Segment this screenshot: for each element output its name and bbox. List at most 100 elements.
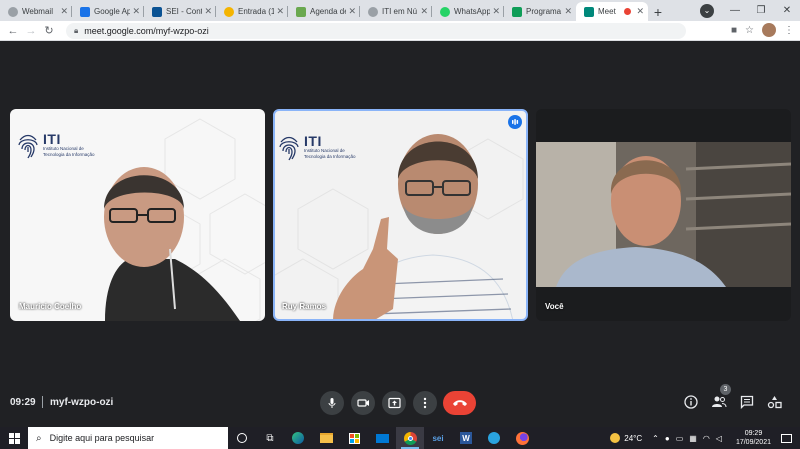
- webmail-favicon-icon: [8, 6, 18, 17]
- present-screen-button[interactable]: [382, 391, 406, 415]
- microphone-tray-icon[interactable]: ●: [665, 434, 670, 443]
- close-tab-icon[interactable]: ✕: [276, 6, 284, 17]
- telegram-icon: [488, 432, 500, 444]
- tab-title: Google Ap: [94, 7, 131, 16]
- meeting-clock: 09:29: [10, 397, 36, 408]
- close-tab-icon[interactable]: ✕: [564, 6, 572, 17]
- leave-call-button[interactable]: [443, 391, 476, 415]
- start-button[interactable]: [0, 432, 28, 444]
- tab-search-icon[interactable]: ⌄: [700, 4, 714, 18]
- cortana-button[interactable]: [228, 427, 256, 449]
- sheets-favicon-icon: [512, 6, 522, 17]
- close-tab-icon[interactable]: ✕: [636, 6, 644, 17]
- globe-favicon-icon: [368, 6, 378, 17]
- telegram-app[interactable]: [480, 427, 508, 449]
- brand-subtitle: Instituto Nacional de Tecnologia da Info…: [304, 148, 356, 159]
- system-tray: 24°C ⌃ ● ▭ ▦ ◠ ◁ 09:29 17/09/2021: [610, 427, 800, 449]
- tab-sei[interactable]: SEI - Cont ✕: [144, 2, 216, 21]
- hang-up-icon: [452, 400, 467, 406]
- forward-arrow-icon[interactable]: →: [22, 25, 40, 37]
- address-bar[interactable]: 🔒︎ meet.google.com/myf-wzpo-ozi: [66, 22, 686, 39]
- close-tab-icon[interactable]: ✕: [492, 6, 500, 17]
- tab-programa[interactable]: Programa ✕: [504, 2, 576, 21]
- more-options-button[interactable]: [413, 391, 437, 415]
- tab-entrada[interactable]: Entrada (1 ✕: [216, 2, 288, 21]
- close-tab-icon[interactable]: ✕: [348, 6, 356, 17]
- word-app[interactable]: W: [452, 427, 480, 449]
- divider: [42, 396, 43, 408]
- participant-name: Você: [545, 302, 564, 311]
- tab-whatsapp[interactable]: WhatsApp ✕: [432, 2, 504, 21]
- google-favicon-icon: [80, 6, 90, 17]
- new-tab-button[interactable]: +: [648, 2, 668, 21]
- edge-app[interactable]: [284, 427, 312, 449]
- mail-app[interactable]: [368, 427, 396, 449]
- iti-logo: ITI Instituto Nacional de Tecnologia da …: [277, 134, 364, 162]
- close-window-icon[interactable]: ✕: [774, 5, 800, 16]
- profile-avatar[interactable]: [762, 23, 776, 37]
- taskbar-search[interactable]: ⌕ Digite aqui para pesquisar: [28, 427, 228, 449]
- menu-kebab-icon[interactable]: ⋮: [784, 25, 794, 36]
- tab-title: Agenda de: [310, 7, 347, 16]
- participant-name: Mauricio Coelho: [19, 302, 82, 311]
- minimize-icon[interactable]: —: [722, 5, 748, 16]
- back-arrow-icon[interactable]: ←: [4, 25, 22, 37]
- tab-title: Programa: [526, 7, 562, 16]
- close-tab-icon[interactable]: ✕: [60, 6, 68, 17]
- whatsapp-favicon-icon: [440, 6, 450, 17]
- participant-tile-1[interactable]: ITI Instituto Nacional de Tecnologia da …: [10, 109, 265, 321]
- participant-tile-2[interactable]: ITI Instituto Nacional de Tecnologia da …: [273, 109, 528, 321]
- volume-icon[interactable]: ◁: [716, 434, 722, 443]
- tab-agenda[interactable]: Agenda de ✕: [288, 2, 360, 21]
- taskbar-clock[interactable]: 09:29 17/09/2021: [736, 429, 771, 447]
- notifications-icon[interactable]: [781, 433, 792, 443]
- participant-tile-self[interactable]: Você: [536, 109, 791, 321]
- chevron-up-icon[interactable]: ⌃: [652, 434, 659, 443]
- sei-favicon-icon: [152, 6, 162, 17]
- task-view-button[interactable]: ⧉: [256, 427, 284, 449]
- meeting-controls-bar: 09:29 myf-wzpo-ozi 3: [0, 384, 800, 421]
- store-app[interactable]: [340, 427, 368, 449]
- brand-subtitle: Instituto Nacional de Tecnologia da Info…: [43, 146, 95, 157]
- brand-name: ITI: [43, 131, 61, 147]
- display-tray-icon[interactable]: ▭: [676, 434, 684, 443]
- microphone-button[interactable]: [320, 391, 344, 415]
- close-tab-icon[interactable]: ✕: [204, 6, 212, 17]
- chat-button[interactable]: [740, 395, 754, 414]
- people-icon: [712, 396, 727, 408]
- bookmark-star-icon[interactable]: ☆: [745, 25, 754, 36]
- weather-widget[interactable]: 24°C: [610, 433, 642, 443]
- network-icon[interactable]: ▦: [689, 434, 697, 443]
- reload-icon[interactable]: ↻: [40, 24, 58, 37]
- meeting-code: myf-wzpo-ozi: [50, 397, 114, 408]
- tab-webmail[interactable]: Webmail ✕: [0, 2, 72, 21]
- raised-hand: [333, 217, 398, 319]
- tab-google-apps[interactable]: Google Ap ✕: [72, 2, 144, 21]
- tab-meet[interactable]: Meet ✕: [576, 2, 648, 21]
- camera-button[interactable]: [351, 391, 375, 415]
- people-button[interactable]: [711, 395, 727, 414]
- browser-toolbar: ← → ↻ 🔒︎ meet.google.com/myf-wzpo-ozi ■ …: [0, 21, 800, 41]
- lock-icon[interactable]: 🔒︎: [74, 26, 78, 36]
- tab-title: Meet: [598, 7, 616, 16]
- search-icon: ⌕: [36, 432, 42, 444]
- tab-iti[interactable]: ITI em Nú ✕: [360, 2, 432, 21]
- chrome-icon: [403, 431, 417, 445]
- chrome-app[interactable]: [396, 427, 424, 449]
- close-tab-icon[interactable]: ✕: [420, 6, 428, 17]
- mail-envelope-icon: [375, 433, 389, 443]
- maximize-icon[interactable]: ❐: [748, 5, 774, 16]
- file-explorer-app[interactable]: [312, 427, 340, 449]
- close-tab-icon[interactable]: ✕: [132, 6, 140, 17]
- activities-button[interactable]: [767, 395, 782, 414]
- windows-logo-icon: [8, 432, 20, 444]
- camera-in-use-icon[interactable]: ■: [731, 25, 737, 36]
- info-icon: [684, 395, 698, 409]
- meeting-details-button[interactable]: [684, 395, 698, 414]
- meet-favicon-icon: [584, 6, 594, 17]
- wifi-icon[interactable]: ◠: [703, 434, 710, 443]
- firefox-app[interactable]: [508, 427, 536, 449]
- window-controls: — ❐ ✕: [722, 0, 800, 21]
- search-placeholder: Digite aqui para pesquisar: [49, 433, 155, 443]
- sei-app[interactable]: sei: [424, 427, 452, 449]
